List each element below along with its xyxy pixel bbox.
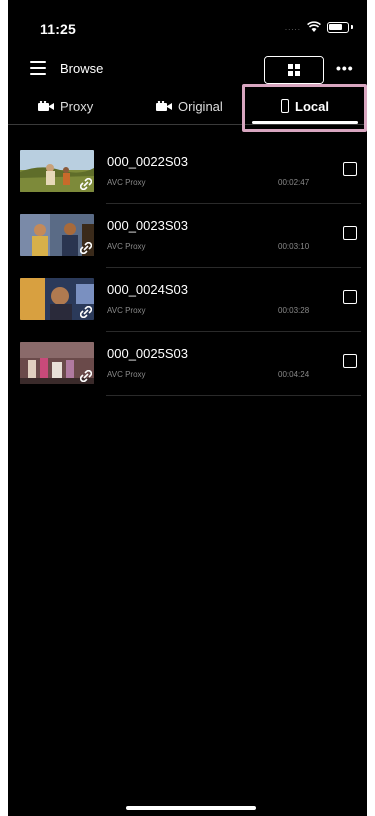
home-indicator[interactable]: [126, 806, 256, 810]
signal-icon: .....: [284, 22, 301, 32]
wifi-icon: [307, 21, 321, 32]
link-icon: [80, 306, 92, 318]
status-bar: 11:25 .....: [8, 0, 367, 52]
page-title: Browse: [60, 61, 104, 76]
link-icon: [80, 178, 92, 190]
clip-checkbox[interactable]: [343, 290, 357, 304]
clip-name: 000_0024S03: [107, 282, 188, 297]
app-header: Browse •••: [8, 52, 367, 88]
list-item[interactable]: 000_0025S03 AVC Proxy 00:04:24: [8, 332, 367, 396]
battery-tip: [351, 25, 353, 29]
clip-format: AVC Proxy: [107, 178, 146, 187]
clip-format: AVC Proxy: [107, 306, 146, 315]
tab-proxy[interactable]: Proxy: [38, 90, 93, 122]
clip-thumbnail: [20, 278, 94, 320]
clip-name: 000_0025S03: [107, 346, 188, 361]
tab-original-label: Original: [178, 98, 223, 114]
list-item[interactable]: 000_0023S03 AVC Proxy 00:03:10: [8, 204, 367, 268]
more-icon[interactable]: •••: [336, 60, 354, 76]
menu-icon[interactable]: [30, 61, 46, 75]
highlight-frame: [242, 84, 367, 132]
row-divider: [106, 395, 361, 396]
status-time: 11:25: [40, 21, 77, 37]
link-icon: [80, 242, 92, 254]
tab-proxy-label: Proxy: [60, 98, 94, 114]
tab-original[interactable]: Original: [156, 90, 223, 122]
clip-thumbnail: [20, 214, 94, 256]
status-icons: .....: [285, 21, 353, 33]
clip-thumbnail: [20, 150, 94, 192]
clip-format: AVC Proxy: [107, 370, 146, 379]
clip-name: 000_0022S03: [107, 154, 188, 169]
clip-duration: 00:03:10: [278, 242, 310, 251]
grid-view-icon: [288, 64, 300, 76]
clip-checkbox[interactable]: [343, 226, 357, 240]
battery-icon: [327, 21, 349, 33]
list-item[interactable]: 000_0024S03 AVC Proxy 00:03:28: [8, 268, 367, 332]
clip-duration: 00:03:28: [278, 306, 310, 315]
clip-duration: 00:02:47: [278, 178, 310, 187]
phone-screen: 11:25 ..... Browse ••• Proxy Original Lo…: [8, 0, 367, 816]
clip-checkbox[interactable]: [343, 354, 357, 368]
link-icon: [80, 370, 92, 382]
clip-checkbox[interactable]: [343, 162, 357, 176]
view-toggle: [264, 56, 324, 84]
clip-format: AVC Proxy: [107, 242, 146, 251]
camera-icon: [38, 101, 54, 111]
clip-thumbnail: [20, 342, 94, 384]
clip-duration: 00:04:24: [278, 370, 310, 379]
grid-view-button[interactable]: [265, 57, 323, 83]
list-item[interactable]: 000_0022S03 AVC Proxy 00:02:47: [8, 140, 367, 204]
camera-icon: [156, 101, 172, 111]
clip-name: 000_0023S03: [107, 218, 188, 233]
